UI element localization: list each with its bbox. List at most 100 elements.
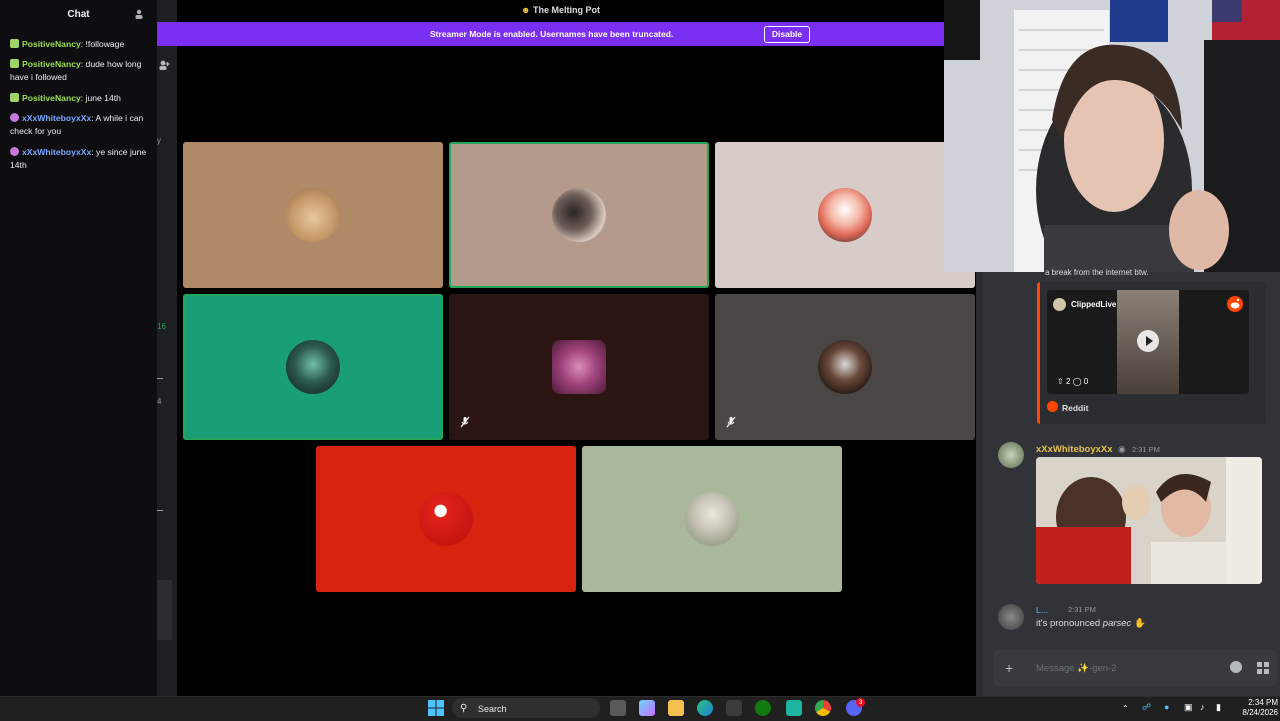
gutter-label: y <box>157 136 161 145</box>
voice-tile[interactable] <box>715 142 975 288</box>
message-text-emphasis: parsec <box>1102 618 1132 629</box>
reddit-icon[interactable] <box>1227 296 1243 312</box>
network-icon[interactable]: ▣ <box>1184 702 1193 713</box>
stream-chat-panel <box>0 0 157 720</box>
dark-figure-avatar <box>286 340 340 394</box>
mic-muted-icon <box>459 416 473 430</box>
xbox-icon[interactable] <box>755 700 771 716</box>
app-icon[interactable] <box>786 700 802 716</box>
emoji-picker-icon[interactable] <box>1230 661 1242 673</box>
apps-icon[interactable] <box>1257 661 1269 674</box>
streamer-banner-text: Streamer Mode is enabled. Usernames have… <box>430 29 674 39</box>
goofy-avatar <box>818 188 872 242</box>
chevron-up-icon[interactable]: ⌃ <box>1122 704 1129 713</box>
cat-avatar <box>286 188 340 242</box>
search-label: Search <box>478 704 507 714</box>
sub-badge-icon <box>10 93 19 102</box>
voice-tile[interactable] <box>316 446 576 592</box>
sub-badge-icon <box>10 59 19 68</box>
chat-message: PositiveNancy: dude how long have i foll… <box>10 58 150 84</box>
steam-icon[interactable]: ☍ <box>1142 702 1151 713</box>
chat-message: xXxWhiteboyxXx: ye since june 14th <box>10 146 150 172</box>
gutter-label: 4 <box>157 397 162 406</box>
voice-tile[interactable] <box>183 142 443 288</box>
author-avatar <box>1053 298 1066 311</box>
emoji-icon: ☻ <box>521 5 531 15</box>
comment-count-value: 0 <box>1083 377 1089 386</box>
window-title: ☻ The Melting Pot <box>177 5 944 15</box>
users-icon[interactable] <box>133 9 145 20</box>
red-monster-avatar <box>419 492 473 546</box>
girls-avatar <box>552 188 606 242</box>
message-image[interactable] <box>1036 457 1262 584</box>
vote-count: ⇧ 2 ◯ 0 <box>1057 377 1089 386</box>
chat-username[interactable]: PositiveNancy <box>22 93 81 103</box>
volume-icon[interactable]: ♪ <box>1200 702 1205 712</box>
message-username[interactable]: xXxWhiteboyxXx <box>1036 444 1113 455</box>
gutter-panel <box>157 580 172 640</box>
reddit-small-icon <box>1047 401 1058 412</box>
emoji-icon: ✋ <box>1133 618 1146 629</box>
chat-username[interactable]: xXxWhiteboyxXx <box>22 113 91 123</box>
chat-text: : !followage <box>80 39 125 49</box>
mic-icon: ◉ <box>1118 444 1126 454</box>
pink-logo-avatar <box>552 340 606 394</box>
message-text-prefix: it's pronounced <box>1036 618 1103 629</box>
clock-time: 2:34 PM <box>1248 698 1278 707</box>
vote-count-value: 2 <box>1065 377 1071 386</box>
task-view-icon[interactable] <box>610 700 626 716</box>
message-timestamp: 2:31 PM <box>1068 605 1096 614</box>
embed-source[interactable]: Reddit <box>1062 403 1088 413</box>
play-icon[interactable] <box>1137 330 1159 352</box>
embed-video-card[interactable]: ClippedLive ⇧ 2 ◯ 0 <box>1047 290 1249 394</box>
window-title-text: The Melting Pot <box>533 5 600 15</box>
taskbar-search[interactable] <box>452 698 600 718</box>
user-avatar[interactable] <box>998 442 1024 468</box>
edge-icon[interactable] <box>697 700 713 716</box>
file-explorer-icon[interactable] <box>668 700 684 716</box>
chat-message: xXxWhiteboyxXx: A while i can check for … <box>10 112 150 138</box>
add-attachment-icon[interactable]: + <box>1005 660 1013 676</box>
chat-username[interactable]: PositiveNancy <box>22 39 81 49</box>
sub-badge-icon <box>10 39 19 48</box>
chat-panel-edge <box>976 272 983 720</box>
voice-tile[interactable] <box>582 446 842 592</box>
man-avatar <box>818 340 872 394</box>
gutter-label: 16 <box>157 322 166 331</box>
mic-badge-icon <box>10 113 19 122</box>
message-input-placeholder: Message ✨-gen-2 <box>1036 663 1117 674</box>
chat-username[interactable]: PositiveNancy <box>22 59 81 69</box>
gutter-divider <box>157 378 163 379</box>
disable-streamer-mode-button[interactable]: Disable <box>764 26 810 43</box>
chat-text: : june 14th <box>80 93 121 103</box>
chat-message: PositiveNancy: !followage <box>10 38 150 51</box>
voice-tile[interactable] <box>449 294 709 440</box>
notification-badge: 3 <box>856 698 865 707</box>
message-text: it's pronounced parsec ✋ <box>1036 618 1146 629</box>
webcam-overlay <box>944 0 1280 272</box>
voice-tile-speaking[interactable] <box>183 294 443 440</box>
person-avatar <box>685 492 739 546</box>
voice-tile[interactable] <box>715 294 975 440</box>
battery-icon[interactable]: ▮ <box>1216 702 1221 713</box>
store-icon[interactable] <box>726 700 742 716</box>
gutter-divider <box>157 510 163 511</box>
search-icon: ⚲ <box>460 703 468 714</box>
add-friend-icon[interactable] <box>158 58 170 70</box>
mic-badge-icon <box>10 147 19 156</box>
taskbar-clock[interactable]: 2:34 PM 8/24/2026 <box>1236 698 1278 718</box>
message-username[interactable]: L... <box>1036 605 1048 615</box>
embed-author[interactable]: ClippedLive <box>1071 300 1116 309</box>
chrome-icon[interactable] <box>815 700 831 716</box>
user-avatar[interactable] <box>998 604 1024 630</box>
copilot-icon[interactable] <box>639 700 655 716</box>
voice-tile-speaking[interactable] <box>449 142 709 288</box>
mic-tray-icon[interactable]: ● <box>1164 702 1169 712</box>
mic-muted-icon <box>725 416 739 430</box>
start-menu-icon[interactable] <box>428 700 444 716</box>
embed-caption: a break from the internet btw. <box>1045 268 1149 277</box>
chat-username[interactable]: xXxWhiteboyxXx <box>22 147 91 157</box>
message-timestamp: 2:31 PM <box>1132 445 1160 454</box>
chat-message: PositiveNancy: june 14th <box>10 92 150 105</box>
clock-date: 8/24/2026 <box>1242 708 1278 717</box>
